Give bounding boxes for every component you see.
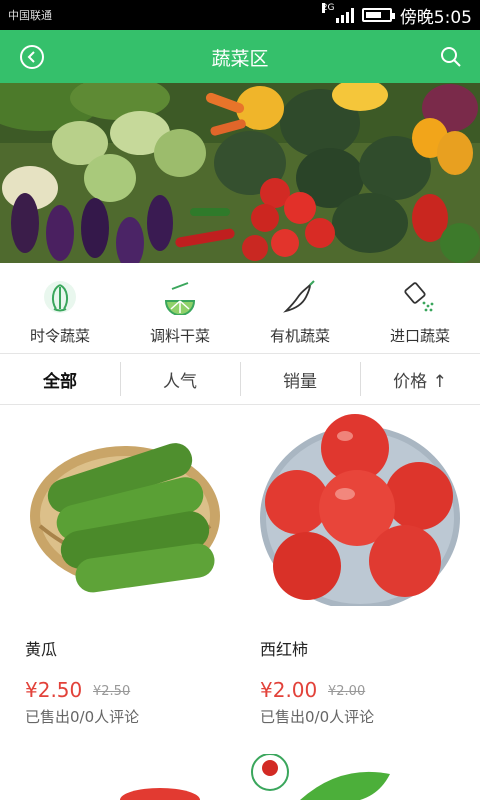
clock: 傍晚5:05 — [399, 7, 472, 28]
cabbage-icon — [44, 281, 76, 313]
category-row: 时令蔬菜 调料干菜 有机蔬菜 进口蔬菜 — [0, 263, 480, 353]
search-icon[interactable] — [440, 46, 462, 68]
category-label: 有机蔬菜 — [269, 327, 330, 345]
cucumber-image — [30, 443, 220, 593]
signal-icon: 2G — [321, 3, 354, 23]
category-organic[interactable]: 有机蔬菜 — [240, 263, 360, 353]
category-seasoning[interactable]: 调料干菜 — [120, 263, 240, 353]
product-card[interactable]: 黄瓜 ¥2.50 ¥2.50 已售出0/0人评论 — [10, 406, 240, 726]
carrier-label: 中国联通 — [8, 9, 52, 22]
product-card[interactable]: 西红柿 ¥2.00 ¥2.00 已售出0/0人评论 — [245, 406, 475, 726]
battery-icon — [361, 8, 395, 22]
category-imported[interactable]: 进口蔬菜 — [360, 263, 480, 353]
sort-bar: 全部 人气 销量 价格 ↑ — [0, 353, 480, 405]
product-price: ¥2.50 — [25, 678, 83, 702]
next-row-preview — [120, 754, 390, 800]
product-sales: 已售出0/0人评论 — [25, 708, 140, 726]
app-header: 蔬菜区 — [0, 30, 480, 83]
chili-icon — [283, 280, 315, 313]
sort-tab-price[interactable]: 价格 ↑ — [360, 354, 480, 404]
sort-tab-sales[interactable]: 销量 — [240, 354, 360, 404]
product-name: 西红柿 — [260, 640, 309, 659]
product-grid: 黄瓜 ¥2.50 ¥2.50 已售出0/0人评论 西红柿 ¥2.00 ¥2.00… — [0, 406, 480, 800]
category-label: 时令蔬菜 — [29, 327, 90, 345]
page-title: 蔬菜区 — [211, 48, 269, 70]
network-type: 2G — [321, 3, 335, 13]
product-sales: 已售出0/0人评论 — [260, 708, 375, 726]
lime-slice-icon — [164, 282, 196, 315]
sort-tab-popularity[interactable]: 人气 — [120, 354, 240, 404]
category-label: 调料干菜 — [149, 327, 210, 345]
status-bar: 中国联通 2G 傍晚5:05 — [0, 0, 480, 30]
sort-tab-all[interactable]: 全部 — [0, 354, 120, 404]
product-name: 黄瓜 — [25, 640, 58, 659]
product-original-price: ¥2.50 — [93, 684, 131, 699]
tomato-image — [260, 414, 460, 610]
category-seasonal[interactable]: 时令蔬菜 — [0, 263, 120, 353]
product-price: ¥2.00 — [260, 678, 318, 702]
category-label: 进口蔬菜 — [389, 327, 450, 345]
product-original-price: ¥2.00 — [328, 684, 366, 699]
salt-shaker-icon — [404, 282, 434, 312]
vegetable-banner[interactable] — [0, 83, 480, 263]
status-right: 2G 傍晚5:05 — [321, 3, 472, 28]
battery-fill — [365, 12, 382, 18]
